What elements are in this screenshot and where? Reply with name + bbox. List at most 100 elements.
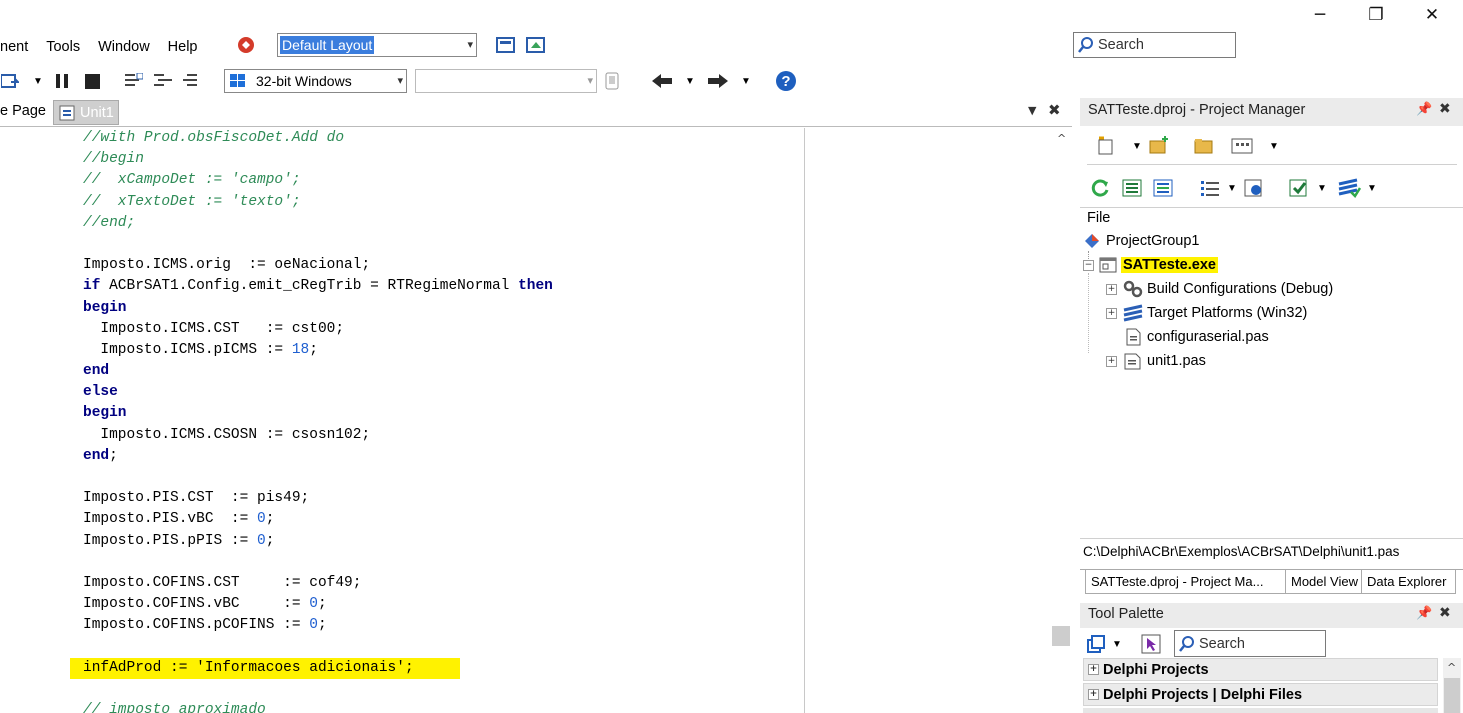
build-icon[interactable] <box>1242 177 1266 199</box>
config-combo[interactable]: ▾ <box>415 69 597 93</box>
palette-search-input[interactable]: Search <box>1174 630 1326 657</box>
code-line[interactable] <box>83 234 553 255</box>
scroll-up-icon[interactable]: ^ <box>1057 132 1066 145</box>
sort-icon[interactable] <box>1198 177 1222 199</box>
step-over-icon[interactable] <box>124 70 144 92</box>
run-to-cursor-icon[interactable] <box>182 70 202 92</box>
build-config-icon[interactable] <box>1287 177 1311 199</box>
tree-item-sattest-exe[interactable]: − SATTeste.exe <box>1083 256 1218 274</box>
pin-icon[interactable]: 📌 <box>1416 606 1432 621</box>
new-item-icon[interactable] <box>1095 135 1117 157</box>
refresh-icon[interactable] <box>1089 177 1111 199</box>
run-icon[interactable] <box>0 70 20 92</box>
menu-component[interactable]: nent <box>0 39 28 55</box>
code-line[interactable]: infAdProd := 'Informacoes adicionais'; <box>70 657 460 679</box>
code-line[interactable]: begin <box>83 298 553 319</box>
stop-icon[interactable] <box>83 70 101 92</box>
panel-close-icon[interactable]: ✖ <box>1439 101 1451 117</box>
scrollbar-thumb[interactable] <box>1052 626 1070 646</box>
palette-categories-icon[interactable] <box>1085 633 1107 655</box>
menu-window[interactable]: Window <box>98 39 150 55</box>
pointer-icon[interactable] <box>1140 633 1162 655</box>
code-line[interactable] <box>83 467 553 488</box>
code-line[interactable]: Imposto.ICMS.CST := cst00; <box>83 319 553 340</box>
code-line[interactable] <box>83 637 553 658</box>
restore-button[interactable]: ❐ <box>1353 0 1399 30</box>
code-line[interactable]: Imposto.PIS.CST := pis49; <box>83 488 553 509</box>
back-dropdown-icon[interactable]: ▼ <box>684 70 696 92</box>
tab-welcome-page[interactable]: e Page <box>0 103 46 123</box>
collapse-all-icon[interactable] <box>1151 177 1175 199</box>
expand-icon[interactable]: + <box>1106 283 1117 295</box>
palette-scrollbar[interactable]: ^ <box>1443 658 1461 713</box>
tree-item-unit1[interactable]: + unit1.pas <box>1106 352 1206 370</box>
add-project-icon[interactable] <box>1147 135 1171 157</box>
editor-close-icon[interactable]: ✖ <box>1048 101 1061 119</box>
expand-icon[interactable]: + <box>1088 664 1099 675</box>
pause-icon[interactable] <box>53 70 71 92</box>
expand-icon[interactable]: + <box>1088 689 1099 700</box>
trace-into-icon[interactable] <box>153 70 173 92</box>
tab-model-view[interactable]: Model View <box>1286 570 1362 594</box>
code-line[interactable]: //with Prod.obsFiscoDet.Add do <box>83 128 553 149</box>
code-line[interactable]: Imposto.ICMS.orig := oeNacional; <box>83 255 553 276</box>
expand-icon[interactable]: + <box>1106 355 1117 367</box>
build-config-dropdown-icon[interactable]: ▼ <box>1316 180 1328 196</box>
tree-item-build-configurations[interactable]: + Build Configurations (Debug) <box>1106 280 1333 298</box>
menu-tools[interactable]: Tools <box>46 39 80 55</box>
code-line[interactable]: Imposto.ICMS.pICMS := 18; <box>83 340 553 361</box>
collapse-icon[interactable]: − <box>1083 259 1094 271</box>
scroll-up-icon[interactable]: ^ <box>1447 661 1456 674</box>
code-line[interactable]: if ACBrSAT1.Config.emit_cRegTrib = RTReg… <box>83 276 553 297</box>
code-line[interactable] <box>83 552 553 573</box>
panel-close-icon[interactable]: ✖ <box>1439 605 1451 621</box>
platforms-icon[interactable] <box>1336 177 1362 199</box>
tree-item-configuraserial[interactable]: configuraserial.pas <box>1122 328 1269 346</box>
code-line[interactable]: // imposto aproximado <box>83 700 553 713</box>
code-line[interactable]: // xCampoDet := 'campo'; <box>83 170 553 191</box>
global-search-input[interactable]: Search <box>1073 32 1236 58</box>
code-line[interactable]: begin <box>83 403 553 424</box>
code-line[interactable]: Imposto.PIS.vBC := 0; <box>83 509 553 530</box>
tree-item-target-platforms[interactable]: + Target Platforms (Win32) <box>1106 304 1307 322</box>
platforms-dropdown-icon[interactable]: ▼ <box>1366 180 1378 196</box>
sort-dropdown-icon[interactable]: ▼ <box>1226 180 1238 196</box>
help-icon[interactable]: ? <box>774 69 798 93</box>
expand-icon[interactable]: + <box>1106 307 1117 319</box>
layout-combo[interactable]: Default Layout ▾ <box>277 33 477 57</box>
code-line[interactable]: //end; <box>83 213 553 234</box>
device-icon[interactable] <box>602 70 622 92</box>
code-line[interactable]: Imposto.COFINS.CST := cof49; <box>83 573 553 594</box>
tab-data-explorer[interactable]: Data Explorer <box>1362 570 1456 594</box>
minimize-button[interactable]: ─ <box>1297 0 1343 30</box>
code-line[interactable]: // xTextoDet := 'texto'; <box>83 192 553 213</box>
code-line[interactable]: Imposto.PIS.pPIS := 0; <box>83 531 553 552</box>
view-icon[interactable] <box>1229 135 1255 157</box>
run-dropdown-icon[interactable]: ▼ <box>31 70 45 92</box>
forward-dropdown-icon[interactable]: ▼ <box>740 70 752 92</box>
view-dropdown-icon[interactable]: ▼ <box>1268 138 1280 154</box>
code-line[interactable]: Imposto.COFINS.pCOFINS := 0; <box>83 615 553 636</box>
code-line[interactable]: Imposto.ICMS.CSOSN := csosn102; <box>83 425 553 446</box>
code-line[interactable]: Imposto.COFINS.vBC := 0; <box>83 594 553 615</box>
forward-icon[interactable] <box>706 70 730 92</box>
scrollbar-thumb[interactable] <box>1444 678 1460 713</box>
back-icon[interactable] <box>650 70 674 92</box>
platform-combo[interactable]: 32-bit Windows ▾ <box>224 69 407 93</box>
code-line[interactable]: end; <box>83 446 553 467</box>
tab-unit1[interactable]: Unit1 <box>53 100 119 125</box>
menu-help[interactable]: Help <box>168 39 198 55</box>
set-debug-desktop-icon[interactable] <box>525 34 547 56</box>
palette-categories-dropdown-icon[interactable]: ▼ <box>1111 636 1123 652</box>
code-editor[interactable]: //with Prod.obsFiscoDet.Add do //begin // … <box>70 128 553 713</box>
open-folder-icon[interactable] <box>1192 135 1216 157</box>
close-button[interactable]: ✕ <box>1409 0 1455 30</box>
tree-item-projectgroup[interactable]: ProjectGroup1 <box>1083 232 1200 250</box>
editor-scrollbar[interactable]: ^ <box>1052 128 1070 713</box>
tab-project-manager[interactable]: SATTeste.dproj - Project Ma... <box>1085 570 1286 594</box>
palette-category[interactable]: + Delphi Projects | Delphi Files <box>1083 683 1438 706</box>
save-desktop-icon[interactable] <box>495 34 517 56</box>
code-line[interactable]: end <box>83 361 553 382</box>
code-line[interactable]: //begin <box>83 149 553 170</box>
pin-icon[interactable]: 📌 <box>1416 102 1432 117</box>
